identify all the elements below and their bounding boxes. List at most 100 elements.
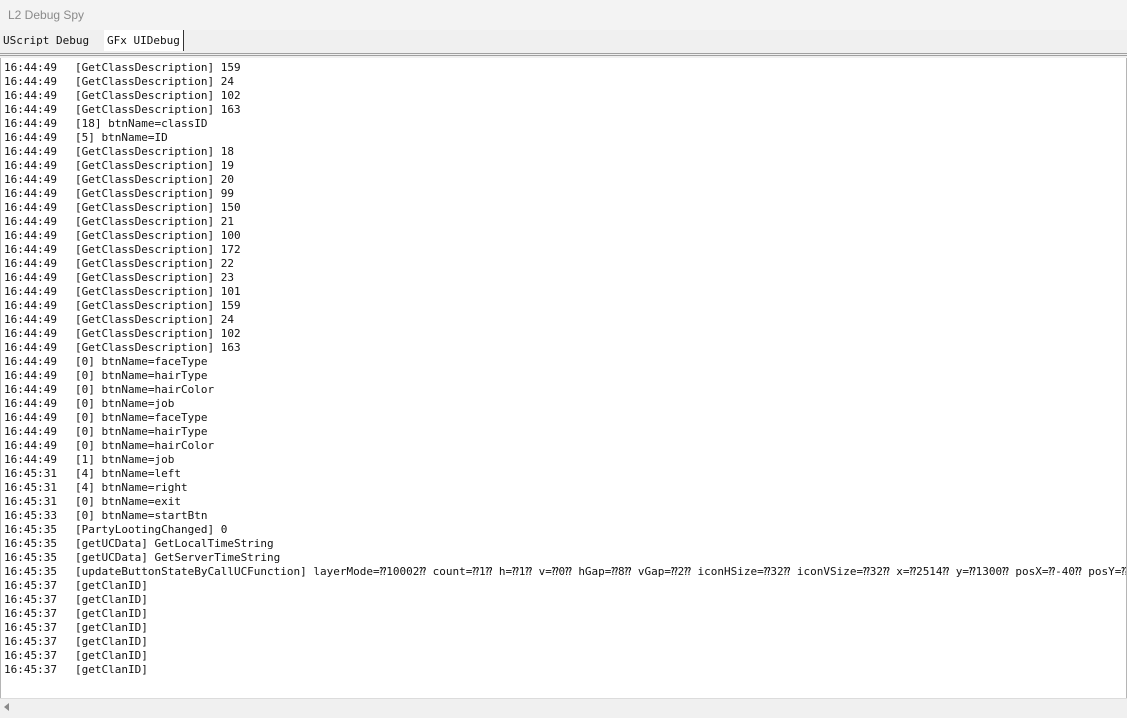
tab-gfx-uidebug[interactable]: GFx UIDebug xyxy=(104,30,184,51)
log-timestamp: 16:45:31 xyxy=(4,481,57,494)
log-timestamp: 16:45:31 xyxy=(4,467,57,480)
horizontal-scrollbar[interactable] xyxy=(0,698,1127,718)
log-line: 16:45:31 [0] btnName=exit xyxy=(4,495,1126,509)
log-timestamp: 16:45:37 xyxy=(4,579,57,592)
log-timestamp: 16:44:49 xyxy=(4,229,57,242)
log-line: 16:44:49 [GetClassDescription] 163 xyxy=(4,341,1126,355)
log-message: [GetClassDescription] 150 xyxy=(75,201,241,214)
log-timestamp: 16:44:49 xyxy=(4,187,57,200)
log-line: 16:44:49 [GetClassDescription] 24 xyxy=(4,313,1126,327)
log-timestamp: 16:45:37 xyxy=(4,593,57,606)
log-timestamp: 16:44:49 xyxy=(4,285,57,298)
log-line: 16:44:49 [GetClassDescription] 23 xyxy=(4,271,1126,285)
log-timestamp: 16:45:33 xyxy=(4,509,57,522)
log-message: [0] btnName=faceType xyxy=(75,355,208,368)
log-timestamp: 16:44:49 xyxy=(4,425,57,438)
log-timestamp: 16:44:49 xyxy=(4,453,57,466)
log-line: 16:45:37 [getClanID] xyxy=(4,621,1126,635)
log-timestamp: 16:44:49 xyxy=(4,355,57,368)
log-line: 16:45:37 [getClanID] xyxy=(4,579,1126,593)
window-title: L2 Debug Spy xyxy=(8,8,85,22)
log-line: 16:44:49 [GetClassDescription] 22 xyxy=(4,257,1126,271)
tab-strip: UScript Debug GFx UIDebug xyxy=(0,30,1127,52)
log-line: 16:45:37 [getClanID] xyxy=(4,649,1126,663)
log-message: [4] btnName=right xyxy=(75,481,188,494)
log-line: 16:44:49 [5] btnName=ID xyxy=(4,131,1126,145)
log-timestamp: 16:44:49 xyxy=(4,145,57,158)
log-line: 16:44:49 [GetClassDescription] 101 xyxy=(4,285,1126,299)
log-message: [GetClassDescription] 159 xyxy=(75,61,241,74)
log-message: [GetClassDescription] 24 xyxy=(75,75,234,88)
log-line: 16:44:49 [GetClassDescription] 21 xyxy=(4,215,1126,229)
log-timestamp: 16:45:37 xyxy=(4,663,57,676)
log-timestamp: 16:44:49 xyxy=(4,411,57,424)
log-timestamp: 16:44:49 xyxy=(4,201,57,214)
log-message: [GetClassDescription] 22 xyxy=(75,257,234,270)
log-timestamp: 16:45:37 xyxy=(4,635,57,648)
tab-divider xyxy=(0,53,1127,54)
log-message: [18] btnName=classID xyxy=(75,117,208,130)
log-message: [getClanID] xyxy=(75,607,148,620)
debug-spy-window: L2 Debug Spy UScript Debug GFx UIDebug 1… xyxy=(0,0,1127,718)
log-timestamp: 16:44:49 xyxy=(4,383,57,396)
log-message: [GetClassDescription] 18 xyxy=(75,145,234,158)
log-message: [GetClassDescription] 21 xyxy=(75,215,234,228)
log-line: 16:44:49 [0] btnName=hairColor xyxy=(4,383,1126,397)
log-line: 16:44:49 [0] btnName=hairType xyxy=(4,369,1126,383)
log-message: [updateButtonStateByCallUCFunction] laye… xyxy=(75,565,1127,578)
log-message: [PartyLootingChanged] 0 xyxy=(75,523,228,536)
log-line: 16:45:37 [getClanID] xyxy=(4,663,1126,677)
log-message: [getClanID] xyxy=(75,649,148,662)
log-timestamp: 16:44:49 xyxy=(4,173,57,186)
log-timestamp: 16:44:49 xyxy=(4,327,57,340)
chevron-left-icon[interactable] xyxy=(4,703,9,711)
log-line: 16:45:35 [getUCData] GetServerTimeString xyxy=(4,551,1126,565)
log-message: [0] btnName=exit xyxy=(75,495,181,508)
log-message: [getClanID] xyxy=(75,593,148,606)
log-output-panel[interactable]: 16:44:49 [GetClassDescription] 159 16:44:4… xyxy=(0,58,1127,698)
log-line: 16:45:35 [updateButtonStateByCallUCFuncti… xyxy=(4,565,1127,579)
log-message: [0] btnName=hairColor xyxy=(75,383,215,396)
log-line: 16:44:49 [GetClassDescription] 150 xyxy=(4,201,1126,215)
log-line: 16:44:49 [GetClassDescription] 24 xyxy=(4,75,1126,89)
log-message: [getUCData] GetServerTimeString xyxy=(75,551,281,564)
log-line: 16:45:31 [4] btnName=right xyxy=(4,481,1126,495)
window-title-bar[interactable]: L2 Debug Spy xyxy=(0,0,1127,30)
log-line: 16:44:49 [GetClassDescription] 172 xyxy=(4,243,1126,257)
log-line: 16:44:49 [GetClassDescription] 99 xyxy=(4,187,1126,201)
log-message: [getClanID] xyxy=(75,579,148,592)
log-line: 16:45:35 [getUCData] GetLocalTimeString xyxy=(4,537,1126,551)
log-timestamp: 16:44:49 xyxy=(4,369,57,382)
log-timestamp: 16:45:35 xyxy=(4,537,57,550)
log-line: 16:44:49 [GetClassDescription] 159 xyxy=(4,299,1126,313)
log-message: [getUCData] GetLocalTimeString xyxy=(75,537,274,550)
log-timestamp: 16:44:49 xyxy=(4,271,57,284)
log-timestamp: 16:44:49 xyxy=(4,103,57,116)
log-message: [0] btnName=hairType xyxy=(75,369,208,382)
log-line: 16:44:49 [GetClassDescription] 159 xyxy=(4,61,1126,75)
log-message: [0] btnName=hairType xyxy=(75,425,208,438)
log-message: [0] btnName=startBtn xyxy=(75,509,208,522)
log-message: [0] btnName=faceType xyxy=(75,411,208,424)
log-timestamp: 16:45:37 xyxy=(4,649,57,662)
tab-uscript-debug[interactable]: UScript Debug xyxy=(3,30,89,52)
log-timestamp: 16:44:49 xyxy=(4,117,57,130)
log-message: [GetClassDescription] 100 xyxy=(75,229,241,242)
log-line: 16:44:49 [1] btnName=job xyxy=(4,453,1126,467)
log-timestamp: 16:44:49 xyxy=(4,61,57,74)
log-timestamp: 16:44:49 xyxy=(4,89,57,102)
log-message: [1] btnName=job xyxy=(75,453,175,466)
log-timestamp: 16:44:49 xyxy=(4,257,57,270)
tab-divider xyxy=(0,55,1127,56)
log-message: [4] btnName=left xyxy=(75,467,181,480)
log-line: 16:45:35 [PartyLootingChanged] 0 xyxy=(4,523,1126,537)
log-message: [GetClassDescription] 172 xyxy=(75,243,241,256)
log-timestamp: 16:45:35 xyxy=(4,551,57,564)
log-line: 16:44:49 [GetClassDescription] 102 xyxy=(4,89,1126,103)
log-line: 16:44:49 [0] btnName=hairType xyxy=(4,425,1126,439)
log-timestamp: 16:45:35 xyxy=(4,565,57,578)
log-line: 16:45:37 [getClanID] xyxy=(4,635,1126,649)
log-line: 16:44:49 [GetClassDescription] 19 xyxy=(4,159,1126,173)
log-message: [GetClassDescription] 99 xyxy=(75,187,234,200)
log-line: 16:44:49 [0] btnName=faceType xyxy=(4,411,1126,425)
